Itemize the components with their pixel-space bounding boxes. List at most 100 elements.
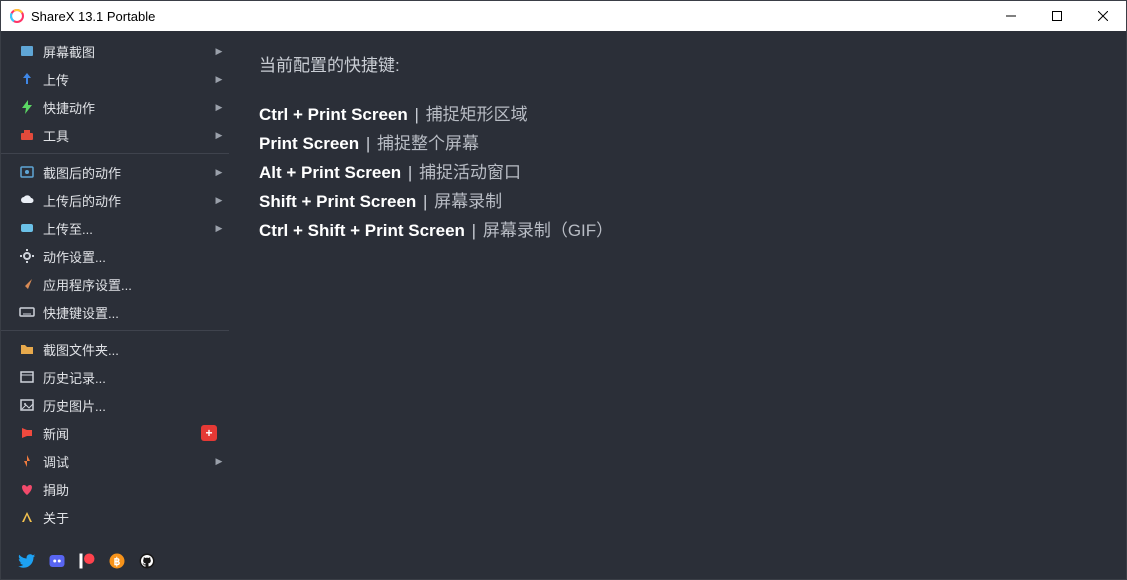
hotkey-separator: | xyxy=(403,163,417,182)
submenu-arrow-icon: ▶ xyxy=(209,223,229,234)
menu-item-app-settings[interactable]: 应用程序设置... xyxy=(1,270,229,298)
menu-item-label: 上传 xyxy=(43,70,209,89)
menu-item-donate[interactable]: 捐助 xyxy=(1,475,229,503)
hotkey-description: 捕捉矩形区域 xyxy=(426,105,528,124)
hotkey-row: Shift + Print Screen | 屏幕录制 xyxy=(259,187,1096,212)
minimize-button[interactable] xyxy=(988,1,1034,31)
app-window: ShareX 13.1 Portable 屏幕截图▶上传▶快捷动作▶工具▶截图后… xyxy=(0,0,1127,580)
menu-item-upload[interactable]: 上传▶ xyxy=(1,65,229,93)
gear-icon xyxy=(19,248,35,264)
about-icon xyxy=(19,509,35,525)
news-icon xyxy=(19,425,35,441)
menu-item-label: 快捷动作 xyxy=(43,98,209,117)
submenu-arrow-icon: ▶ xyxy=(209,102,229,113)
hotkey-row: Print Screen | 捕捉整个屏幕 xyxy=(259,129,1096,154)
svg-text:฿: ฿ xyxy=(114,556,121,568)
menu-item-label: 应用程序设置... xyxy=(43,275,229,294)
menu-item-keyboard[interactable]: 快捷键设置... xyxy=(1,298,229,326)
hotkey-key: Print Screen xyxy=(259,134,359,153)
discord-icon[interactable] xyxy=(47,551,67,571)
bitcoin-icon[interactable]: ฿ xyxy=(107,551,127,571)
hotkey-key: Ctrl + Shift + Print Screen xyxy=(259,221,465,240)
menu-item-image-history[interactable]: 历史图片... xyxy=(1,391,229,419)
submenu-arrow-icon: ▶ xyxy=(209,167,229,178)
menu-item-label: 上传至... xyxy=(43,219,209,238)
social-bar: ฿ xyxy=(1,543,229,579)
menu-item-label: 截图文件夹... xyxy=(43,340,229,359)
hotkey-row: Ctrl + Shift + Print Screen | 屏幕录制（GIF） xyxy=(259,216,1096,241)
menu-item-label: 新闻 xyxy=(43,424,201,443)
debug-icon xyxy=(19,453,35,469)
submenu-arrow-icon: ▶ xyxy=(209,195,229,206)
github-icon[interactable] xyxy=(137,551,157,571)
menu-item-toolbox[interactable]: 工具▶ xyxy=(1,121,229,149)
menu-item-news[interactable]: 新闻+ xyxy=(1,419,229,447)
menu-item-label: 关于 xyxy=(43,508,229,527)
app-icon xyxy=(9,8,25,24)
toolbox-icon xyxy=(19,127,35,143)
hotkey-separator: | xyxy=(410,105,424,124)
app-settings-icon xyxy=(19,276,35,292)
hotkey-row: Ctrl + Print Screen | 捕捉矩形区域 xyxy=(259,100,1096,125)
menu-item-gear[interactable]: 动作设置... xyxy=(1,242,229,270)
destination-icon xyxy=(19,220,35,236)
twitter-icon[interactable] xyxy=(17,551,37,571)
hotkey-key: Ctrl + Print Screen xyxy=(259,105,408,124)
menu-item-label: 屏幕截图 xyxy=(43,42,209,61)
sidebar: 屏幕截图▶上传▶快捷动作▶工具▶截图后的动作▶上传后的动作▶上传至...▶动作设… xyxy=(1,31,229,579)
hotkey-key: Alt + Print Screen xyxy=(259,163,401,182)
hotkey-list: Ctrl + Print Screen | 捕捉矩形区域 Print Screen… xyxy=(259,100,1096,241)
hotkey-separator: | xyxy=(361,134,375,153)
screenshot-icon xyxy=(19,43,35,59)
menu-item-history[interactable]: 历史记录... xyxy=(1,363,229,391)
menu-item-label: 截图后的动作 xyxy=(43,163,209,182)
news-badge: + xyxy=(201,425,217,441)
menu-item-lightning[interactable]: 快捷动作▶ xyxy=(1,93,229,121)
menu-item-destination[interactable]: 上传至...▶ xyxy=(1,214,229,242)
hotkey-description: 捕捉活动窗口 xyxy=(419,163,521,182)
titlebar[interactable]: ShareX 13.1 Portable xyxy=(1,1,1126,31)
menu-item-label: 历史图片... xyxy=(43,396,229,415)
submenu-arrow-icon: ▶ xyxy=(209,46,229,57)
menu-item-label: 捐助 xyxy=(43,480,229,499)
submenu-arrow-icon: ▶ xyxy=(209,130,229,141)
submenu-arrow-icon: ▶ xyxy=(209,456,229,467)
hotkey-key: Shift + Print Screen xyxy=(259,192,416,211)
patreon-icon[interactable] xyxy=(77,551,97,571)
maximize-button[interactable] xyxy=(1034,1,1080,31)
donate-icon xyxy=(19,481,35,497)
hotkey-separator: | xyxy=(418,192,432,211)
menu-item-label: 调试 xyxy=(43,452,209,471)
menu-item-cloud[interactable]: 上传后的动作▶ xyxy=(1,186,229,214)
menu-item-label: 历史记录... xyxy=(43,368,229,387)
hotkey-row: Alt + Print Screen | 捕捉活动窗口 xyxy=(259,158,1096,183)
after-capture-icon xyxy=(19,164,35,180)
menu-item-label: 工具 xyxy=(43,126,209,145)
menu-separator xyxy=(1,153,229,154)
cloud-icon xyxy=(19,192,35,208)
hotkey-separator: | xyxy=(467,221,481,240)
folder-icon xyxy=(19,341,35,357)
menu-item-debug[interactable]: 调试▶ xyxy=(1,447,229,475)
menu-item-label: 快捷键设置... xyxy=(43,303,229,322)
image-history-icon xyxy=(19,397,35,413)
menu-item-about[interactable]: 关于 xyxy=(1,503,229,531)
hotkey-description: 屏幕录制 xyxy=(434,192,502,211)
menu-separator xyxy=(1,330,229,331)
history-icon xyxy=(19,369,35,385)
menu-item-folder[interactable]: 截图文件夹... xyxy=(1,335,229,363)
hotkey-description: 捕捉整个屏幕 xyxy=(377,134,479,153)
hotkey-description: 屏幕录制（GIF） xyxy=(483,221,613,240)
content-area: 当前配置的快捷键: Ctrl + Print Screen | 捕捉矩形区域Pr… xyxy=(229,31,1126,579)
upload-icon xyxy=(19,71,35,87)
submenu-arrow-icon: ▶ xyxy=(209,74,229,85)
window-title: ShareX 13.1 Portable xyxy=(31,9,988,24)
body-area: 屏幕截图▶上传▶快捷动作▶工具▶截图后的动作▶上传后的动作▶上传至...▶动作设… xyxy=(1,31,1126,579)
lightning-icon xyxy=(19,99,35,115)
menu-item-label: 上传后的动作 xyxy=(43,191,209,210)
keyboard-icon xyxy=(19,304,35,320)
menu-item-after-capture[interactable]: 截图后的动作▶ xyxy=(1,158,229,186)
menu-item-screenshot[interactable]: 屏幕截图▶ xyxy=(1,37,229,65)
menu-item-label: 动作设置... xyxy=(43,247,229,266)
close-button[interactable] xyxy=(1080,1,1126,31)
